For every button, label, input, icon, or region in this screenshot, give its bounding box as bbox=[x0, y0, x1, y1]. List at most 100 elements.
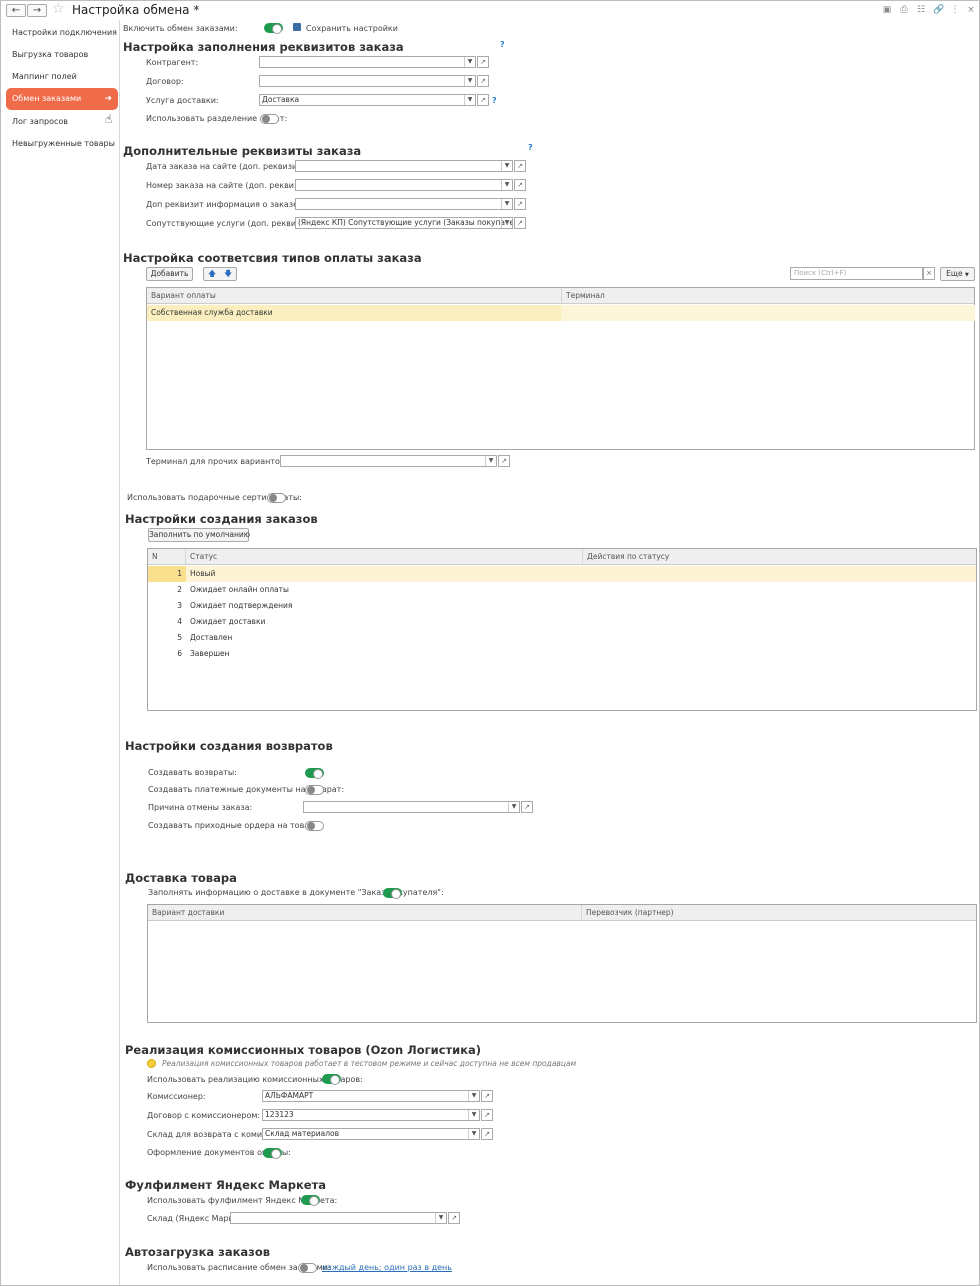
sidebar-item-connection[interactable]: Настройки подключения bbox=[6, 22, 118, 44]
sidebar-item-field-mapping[interactable]: Маппинг полей bbox=[6, 66, 118, 88]
sidebar-item-unexported-products[interactable]: Невыгруженные товары bbox=[6, 133, 118, 155]
move-up-icon[interactable]: 🡅 bbox=[208, 268, 216, 280]
open-link-icon[interactable]: ↗ bbox=[514, 160, 526, 172]
commissioner-label: Комиссионер: bbox=[147, 1092, 206, 1101]
sidebar-item-label: Лог запросов bbox=[12, 117, 69, 126]
back-button[interactable]: ← bbox=[6, 4, 26, 17]
open-link-icon[interactable]: ↗ bbox=[521, 801, 533, 813]
open-link-icon[interactable]: ↗ bbox=[481, 1128, 493, 1140]
chevron-down-icon[interactable]: ▼ bbox=[464, 76, 475, 86]
column-header[interactable]: Терминал bbox=[562, 288, 974, 304]
open-link-icon[interactable]: ↗ bbox=[481, 1090, 493, 1102]
use-commission-toggle[interactable] bbox=[322, 1074, 341, 1085]
chevron-down-icon[interactable]: ▼ bbox=[501, 180, 512, 190]
chevron-down-icon[interactable]: ▼ bbox=[468, 1091, 479, 1101]
add-button[interactable]: Добавить bbox=[146, 267, 193, 281]
clear-search-icon[interactable]: × bbox=[923, 267, 935, 280]
other-terminal-field[interactable]: ▼ bbox=[280, 455, 497, 467]
create-receipts-toggle[interactable] bbox=[305, 821, 324, 831]
sidebar: Настройки подключения Выгрузка товаров М… bbox=[1, 20, 120, 1285]
chevron-down-icon[interactable]: ▼ bbox=[468, 1129, 479, 1139]
column-header[interactable]: Статус bbox=[186, 549, 583, 565]
chevron-down-icon[interactable]: ▼ bbox=[508, 802, 519, 812]
close-icon[interactable]: × bbox=[966, 5, 976, 15]
open-link-icon[interactable]: ↗ bbox=[477, 75, 489, 87]
sidebar-item-label: Настройки подключения bbox=[12, 28, 117, 37]
move-down-icon[interactable]: 🡇 bbox=[224, 268, 232, 280]
cancel-reason-field[interactable]: ▼ bbox=[303, 801, 520, 813]
return-warehouse-field[interactable]: Склад материалов ▼ bbox=[262, 1128, 480, 1140]
fulfillment-title: Фулфилмент Яндекс Маркета bbox=[125, 1178, 327, 1192]
forward-button[interactable]: → bbox=[27, 4, 47, 17]
chevron-down-icon[interactable]: ▼ bbox=[435, 1213, 446, 1223]
column-header[interactable]: N bbox=[148, 549, 186, 565]
sidebar-item-products-export[interactable]: Выгрузка товаров bbox=[6, 44, 118, 66]
schedule-toggle[interactable] bbox=[298, 1263, 317, 1273]
use-fulfillment-toggle[interactable] bbox=[301, 1195, 320, 1206]
cancel-reason-label: Причина отмены заказа: bbox=[148, 803, 253, 812]
column-header[interactable]: Вариант оплаты bbox=[147, 288, 562, 304]
preview-icon[interactable]: ☷ bbox=[916, 5, 926, 15]
split-payments-toggle[interactable] bbox=[260, 114, 279, 124]
save-icon[interactable]: ▣ bbox=[882, 5, 892, 15]
chevron-down-icon[interactable]: ▼ bbox=[501, 161, 512, 171]
help-icon[interactable]: ? bbox=[492, 96, 497, 105]
table-row[interactable]: 4 Ожидает доставки bbox=[148, 614, 976, 630]
create-returns-toggle[interactable] bbox=[305, 768, 324, 779]
save-settings-button[interactable]: Сохранить настройки bbox=[306, 24, 398, 34]
chevron-down-icon[interactable]: ▼ bbox=[464, 57, 475, 67]
link-icon[interactable]: 🔗 bbox=[933, 5, 944, 15]
open-link-icon[interactable]: ↗ bbox=[481, 1109, 493, 1121]
table-row[interactable]: 1 Новый bbox=[148, 566, 976, 582]
chevron-down-icon[interactable]: ▼ bbox=[464, 95, 475, 105]
ym-warehouse-field[interactable]: ▼ bbox=[230, 1212, 447, 1224]
open-link-icon[interactable]: ↗ bbox=[514, 198, 526, 210]
table-row[interactable]: 6 Завершен bbox=[148, 646, 976, 662]
open-link-icon[interactable]: ↗ bbox=[498, 455, 510, 467]
favorite-star-icon[interactable]: ☆ bbox=[52, 1, 65, 17]
chevron-down-icon[interactable]: ▼ bbox=[501, 218, 512, 228]
site-order-number-field[interactable]: ▼ bbox=[295, 179, 513, 191]
create-payment-docs-toggle[interactable] bbox=[305, 785, 324, 795]
contract-field[interactable]: ▼ bbox=[259, 75, 476, 87]
chevron-down-icon[interactable]: ▼ bbox=[485, 456, 496, 466]
more-button[interactable]: Еще ▼ bbox=[940, 267, 975, 281]
payment-docs-toggle[interactable] bbox=[263, 1148, 282, 1159]
table-cell: Ожидает подтверждения bbox=[190, 601, 293, 610]
chevron-down-icon[interactable]: ▼ bbox=[501, 199, 512, 209]
create-receipts-label: Создавать приходные ордера на товары: bbox=[148, 821, 324, 830]
fill-delivery-info-toggle[interactable] bbox=[383, 888, 402, 899]
commissioner-field[interactable]: АЛЬФАМАРТ ▼ bbox=[262, 1090, 480, 1102]
table-cell: 1 bbox=[177, 569, 182, 578]
table-row[interactable]: 2 Ожидает онлайн оплаты bbox=[148, 582, 976, 598]
more-menu-icon[interactable]: ⋮ bbox=[950, 5, 960, 15]
help-icon[interactable]: ? bbox=[500, 40, 505, 49]
open-link-icon[interactable]: ↗ bbox=[514, 179, 526, 191]
fill-default-button[interactable]: Заполнить по умолчанию bbox=[148, 528, 250, 542]
open-link-icon[interactable]: ↗ bbox=[514, 217, 526, 229]
table-row[interactable]: 3 Ожидает подтверждения bbox=[148, 598, 976, 614]
gift-certificates-toggle[interactable] bbox=[267, 493, 286, 503]
site-order-info-field[interactable]: ▼ bbox=[295, 198, 513, 210]
schedule-link[interactable]: каждый день; один раз в день bbox=[322, 1263, 452, 1273]
help-icon[interactable]: ? bbox=[528, 143, 533, 152]
open-link-icon[interactable]: ↗ bbox=[477, 56, 489, 68]
search-input[interactable]: Поиск (Ctrl+F) bbox=[790, 267, 923, 280]
enable-exchange-toggle[interactable] bbox=[264, 23, 283, 34]
related-services-field[interactable]: (Яндекс КП) Сопутствующие услуги (Заказы… bbox=[295, 217, 513, 229]
table-row[interactable]: Собственная служба доставки bbox=[147, 305, 975, 321]
sidebar-item-request-log[interactable]: Лог запросов bbox=[6, 111, 118, 133]
table-row[interactable]: 5 Доставлен bbox=[148, 630, 976, 646]
delivery-service-field[interactable]: Доставка ▼ bbox=[259, 94, 476, 106]
column-header[interactable]: Действия по статусу bbox=[583, 549, 976, 565]
contractor-field[interactable]: ▼ bbox=[259, 56, 476, 68]
commission-contract-field[interactable]: 123123 ▼ bbox=[262, 1109, 480, 1121]
chevron-down-icon[interactable]: ▼ bbox=[468, 1110, 479, 1120]
sidebar-item-order-exchange[interactable]: Обмен заказами ➜ bbox=[6, 88, 118, 110]
site-order-date-field[interactable]: ▼ bbox=[295, 160, 513, 172]
print-icon[interactable]: ⎙ bbox=[899, 5, 909, 15]
column-header[interactable]: Перевозчик (партнер) bbox=[582, 905, 976, 921]
open-link-icon[interactable]: ↗ bbox=[448, 1212, 460, 1224]
column-header[interactable]: Вариант доставки bbox=[148, 905, 582, 921]
open-link-icon[interactable]: ↗ bbox=[477, 94, 489, 106]
